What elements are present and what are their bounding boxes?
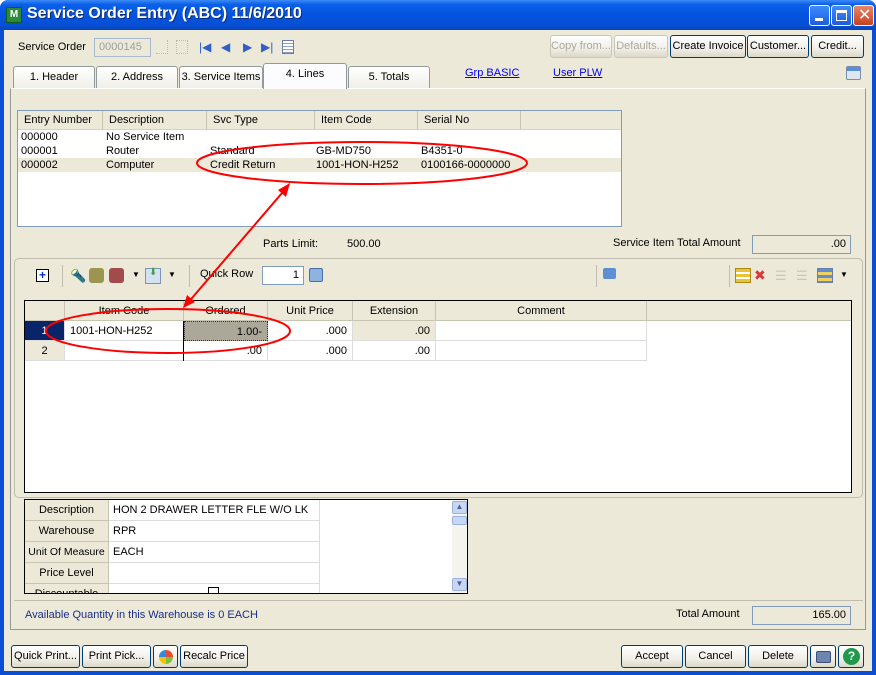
annotation-arrow-line [185,185,289,306]
annotation-ellipse-service-item [196,141,528,185]
annotation-overlay [45,141,528,354]
tab-lines[interactable]: 4. Lines [263,63,347,89]
annotation-ellipse-line-item [45,308,291,354]
